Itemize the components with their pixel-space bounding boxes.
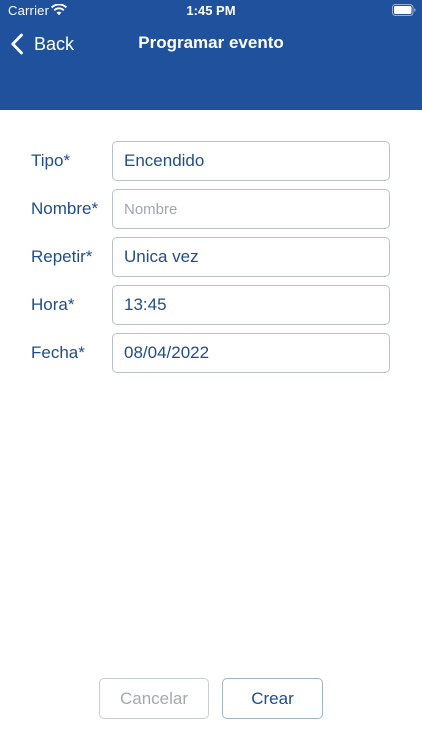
hora-label: Hora* bbox=[31, 295, 75, 314]
form-row-nombre: Nombre* bbox=[0, 189, 422, 231]
tipo-field[interactable]: Encendido bbox=[112, 141, 390, 181]
navigation-header: Carrier 1:45 PM Back Programar evento bbox=[0, 0, 422, 110]
fecha-label: Fecha* bbox=[31, 343, 85, 362]
create-button[interactable]: Crear bbox=[222, 678, 323, 719]
form-row-fecha: Fecha* 08/04/2022 bbox=[0, 333, 422, 375]
repetir-label: Repetir* bbox=[31, 247, 93, 266]
nombre-input[interactable] bbox=[112, 189, 390, 229]
status-bar: Carrier 1:45 PM bbox=[0, 0, 422, 22]
page-title: Programar evento bbox=[138, 33, 284, 52]
hora-field[interactable]: 13:45 bbox=[112, 285, 390, 325]
fecha-field[interactable]: 08/04/2022 bbox=[112, 333, 390, 373]
tipo-label: Tipo* bbox=[31, 151, 71, 170]
form-row-repetir: Repetir* Unica vez bbox=[0, 237, 422, 279]
battery-icon bbox=[392, 4, 416, 16]
repetir-field[interactable]: Unica vez bbox=[112, 237, 390, 277]
status-time: 1:45 PM bbox=[186, 3, 236, 18]
cancel-button[interactable]: Cancelar bbox=[99, 678, 209, 719]
form-row-hora: Hora* 13:45 bbox=[0, 285, 422, 327]
form-row-tipo: Tipo* Encendido bbox=[0, 141, 422, 183]
nombre-label: Nombre* bbox=[31, 199, 99, 218]
